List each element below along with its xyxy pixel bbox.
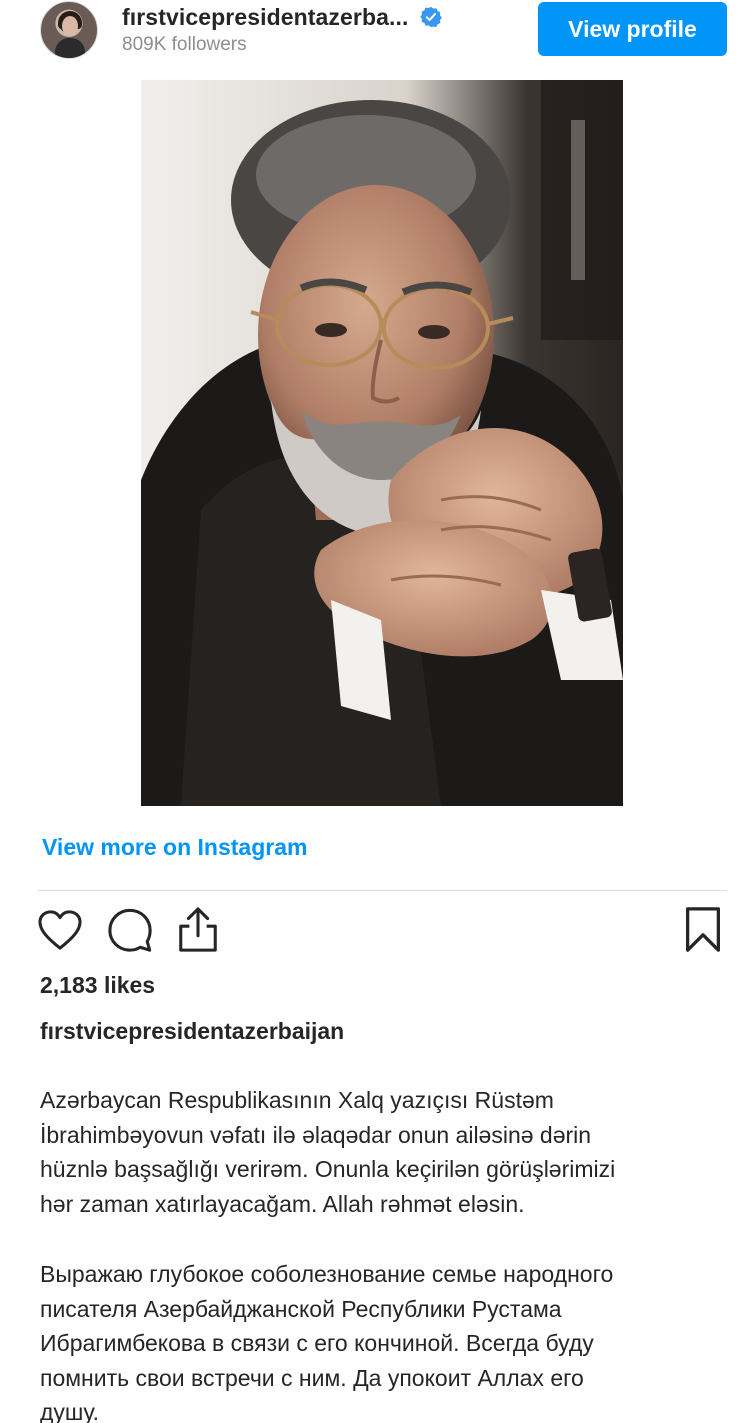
post-header: fırstvicepresidentazerba... 809K followe… xyxy=(0,0,750,72)
comment-button[interactable] xyxy=(106,906,154,954)
username-row: fırstvicepresidentazerba... xyxy=(122,2,443,32)
portrait-photo xyxy=(141,80,623,806)
caption-text-russian: Выражаю глубокое соболезнование семье на… xyxy=(40,1261,614,1423)
caption-username[interactable]: fırstvicepresidentazerbaijan xyxy=(40,1018,344,1045)
username-link[interactable]: fırstvicepresidentazerba... xyxy=(122,4,408,31)
like-button[interactable] xyxy=(36,906,84,954)
follower-count: 809K followers xyxy=(122,34,247,55)
bookmark-icon xyxy=(686,907,720,952)
divider xyxy=(38,890,727,891)
profile-avatar[interactable] xyxy=(40,1,98,59)
view-profile-button[interactable]: View profile xyxy=(538,2,727,56)
share-icon xyxy=(179,907,217,952)
view-more-link[interactable]: View more on Instagram xyxy=(42,834,307,861)
caption-text-azerbaijani: Azərbaycan Respublikasının Xalq yazıçısı… xyxy=(40,1087,616,1217)
comment-icon xyxy=(108,908,152,952)
save-button[interactable] xyxy=(679,906,727,954)
post-image[interactable] xyxy=(141,80,623,806)
post-actions xyxy=(0,900,750,964)
share-button[interactable] xyxy=(174,906,222,954)
verified-badge-icon xyxy=(420,6,443,28)
likes-count[interactable]: 2,183 likes xyxy=(40,972,155,999)
heart-icon xyxy=(38,910,82,950)
